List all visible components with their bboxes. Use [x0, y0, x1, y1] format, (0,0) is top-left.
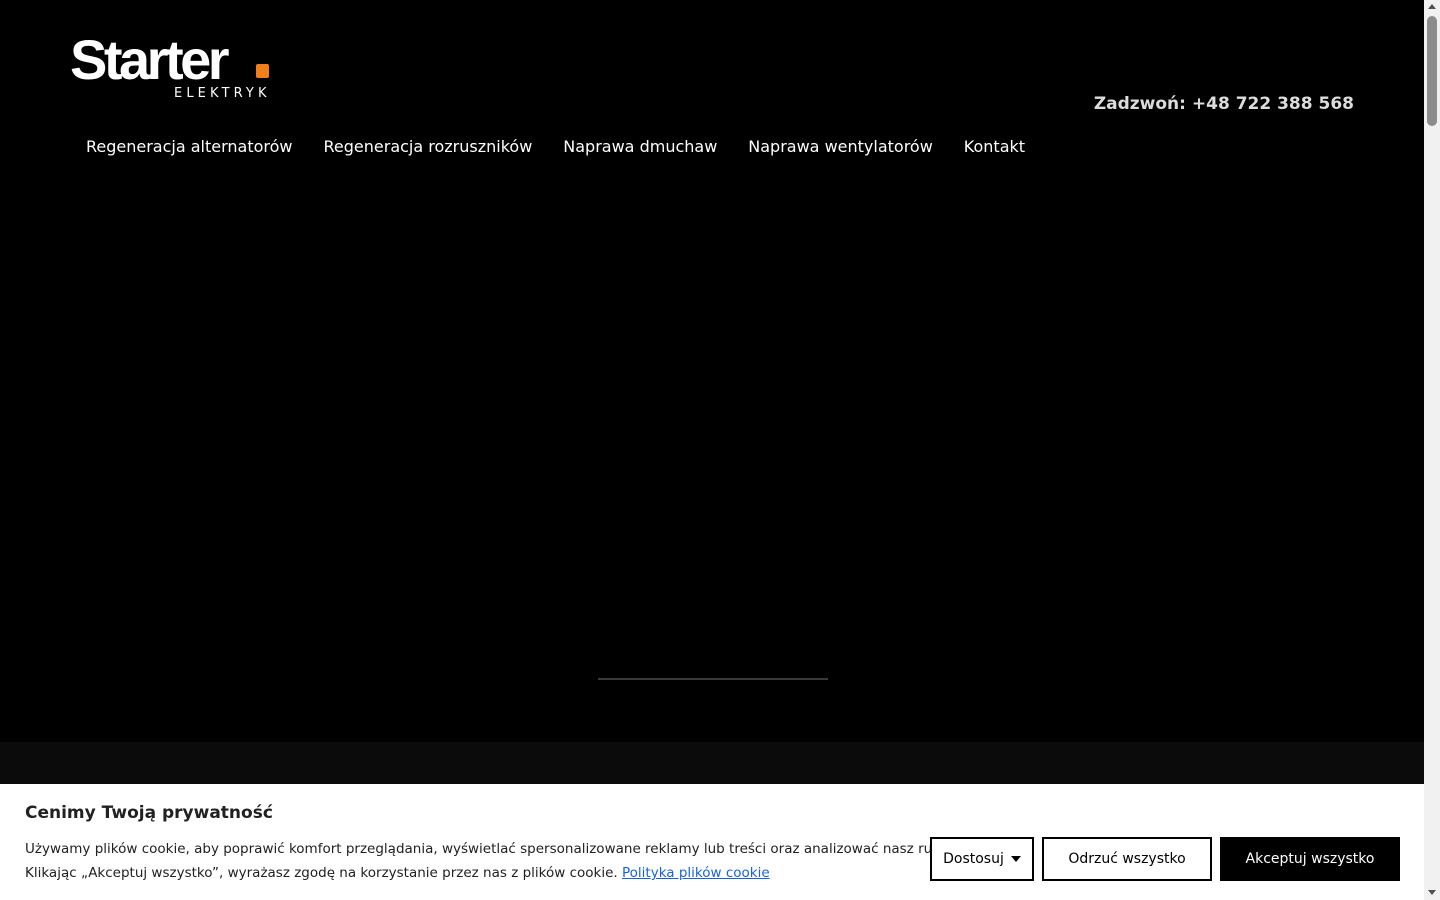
scroll-thumb[interactable] — [1427, 16, 1437, 126]
cookie-policy-link[interactable]: Polityka plików cookie — [622, 865, 770, 881]
dark-section — [0, 742, 1424, 784]
phone-link[interactable]: Zadzwoń: +48 722 388 568 — [1094, 94, 1354, 114]
scroll-down-arrow-icon[interactable] — [1428, 890, 1436, 895]
main-nav: Regeneracja alternatorów Regeneracja roz… — [86, 136, 1056, 158]
hero-header: Starter ELEKTRYK Zadzwoń: +48 722 388 56… — [0, 0, 1424, 742]
scroll-up-arrow-icon[interactable] — [1428, 4, 1436, 9]
cookie-description: Używamy plików cookie, aby poprawić komf… — [25, 837, 953, 885]
cookie-text-line-2-text: Klikając „Akceptuj wszystko”, wyrażasz z… — [25, 865, 618, 881]
nav-item-blowers[interactable]: Naprawa dmuchaw — [563, 136, 717, 158]
cookie-banner: Cenimy Twoją prywatność Używamy plików c… — [0, 784, 1424, 900]
nav-item-alternators[interactable]: Regeneracja alternatorów — [86, 136, 293, 158]
accept-all-button[interactable]: Akceptuj wszystko — [1220, 837, 1400, 881]
cookie-text-line-2: Klikając „Akceptuj wszystko”, wyrażasz z… — [25, 861, 925, 885]
page-scrollbar[interactable] — [1424, 0, 1440, 900]
customize-button-label: Dostosuj — [943, 851, 1004, 867]
nav-item-contact[interactable]: Kontakt — [964, 136, 1025, 158]
logo-wordmark: Starter — [70, 28, 230, 91]
slider-progress-line — [598, 678, 828, 680]
cookie-title: Cenimy Twoją prywatność — [25, 803, 273, 823]
nav-item-fans[interactable]: Naprawa wentylatorów — [748, 136, 933, 158]
caret-down-icon — [1010, 856, 1021, 862]
cookie-text-line-1: Używamy plików cookie, aby poprawić komf… — [25, 841, 953, 857]
logo-accent-dot — [256, 64, 269, 78]
starter-logo[interactable]: Starter ELEKTRYK — [70, 30, 275, 102]
reject-all-button[interactable]: Odrzuć wszystko — [1042, 837, 1212, 881]
customize-button[interactable]: Dostosuj — [930, 837, 1034, 881]
nav-item-starters[interactable]: Regeneracja rozruszników — [324, 136, 533, 158]
logo-subtitle: ELEKTRYK — [174, 86, 271, 101]
